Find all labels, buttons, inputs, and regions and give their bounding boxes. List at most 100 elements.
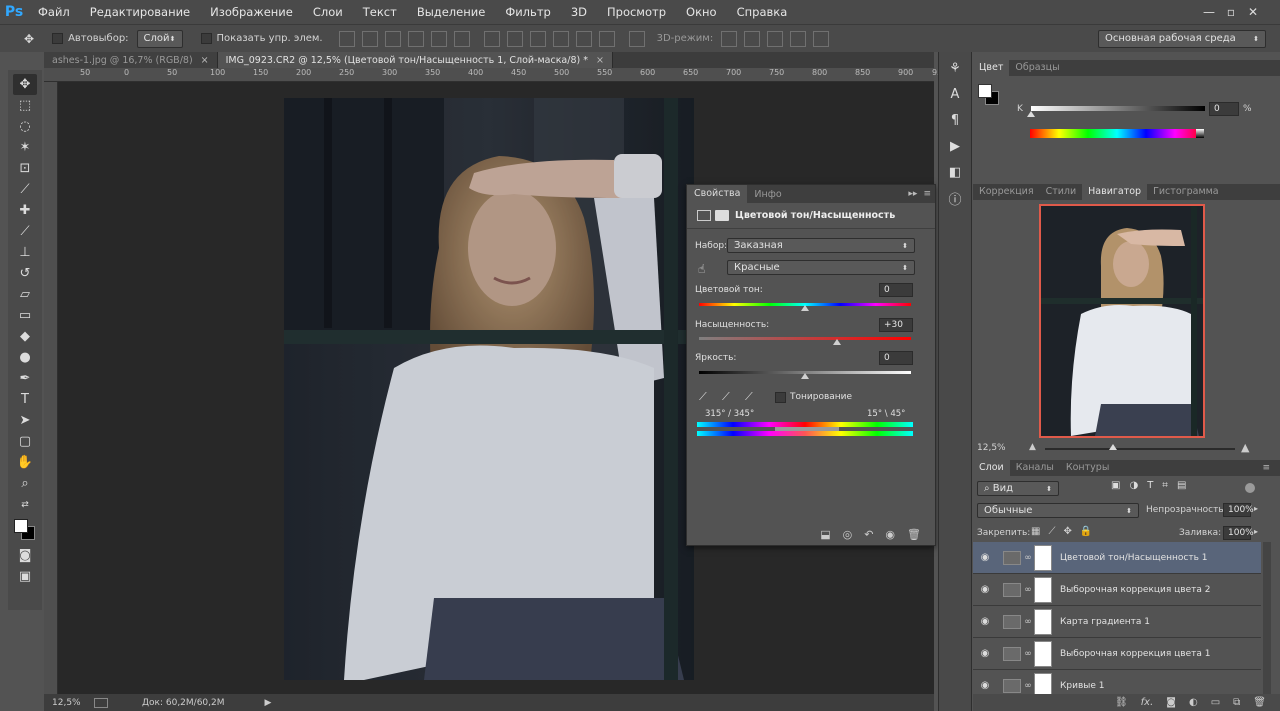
navigator-zoom-slider[interactable] <box>1045 448 1235 450</box>
align-hcenter-icon[interactable] <box>430 30 447 47</box>
saturation-slider-thumb[interactable] <box>832 339 841 345</box>
close-icon[interactable]: × <box>201 55 209 66</box>
layer-mask-thumbnail[interactable] <box>1034 640 1052 667</box>
eyedropper-tool-icon[interactable]: ⟋ <box>13 179 37 200</box>
layer-name[interactable]: Выборочная коррекция цвета 2 <box>1060 585 1210 595</box>
menu-type[interactable]: Текст <box>353 5 407 19</box>
chain-icon[interactable]: ∞ <box>1024 681 1032 691</box>
marquee-tool-icon[interactable]: ⬚ <box>13 95 37 116</box>
eye-icon[interactable]: ◉ <box>973 616 997 627</box>
tab-adjustments[interactable]: Коррекция <box>973 184 1040 200</box>
status-menu-arrow[interactable]: ▶ <box>265 698 272 708</box>
chain-icon[interactable]: ∞ <box>1024 585 1032 595</box>
align-vcenter-icon[interactable] <box>361 30 378 47</box>
tab-layers[interactable]: Слои <box>973 460 1010 476</box>
view-previous-icon[interactable]: ◎ <box>843 528 853 541</box>
shape-tool-icon[interactable]: ▢ <box>13 431 37 452</box>
close-icon[interactable]: × <box>596 55 604 66</box>
autoselect-dropdown[interactable]: Слой ⬍ <box>136 29 183 48</box>
filter-shape-icon[interactable]: ⌗ <box>1162 480 1168 491</box>
magic-wand-icon[interactable]: ✶ <box>13 137 37 158</box>
distribute-top-icon[interactable] <box>483 30 500 47</box>
filter-smart-icon[interactable]: ▤ <box>1177 480 1186 491</box>
navigator-thumbnail[interactable] <box>1039 204 1205 438</box>
pen-tool-icon[interactable]: ✒ <box>13 368 37 389</box>
layers-menu-icon[interactable]: ≡ <box>1262 463 1270 473</box>
workspace-dropdown[interactable]: Основная рабочая среда ⬍ <box>1098 29 1266 48</box>
history-brush-icon[interactable]: ↺ <box>13 263 37 284</box>
gradient-map-icon[interactable] <box>1003 614 1021 629</box>
curves-icon[interactable] <box>1003 678 1021 693</box>
visibility-icon[interactable]: ◉ <box>885 528 895 541</box>
selective-color-icon[interactable] <box>1003 582 1021 597</box>
maximize-button[interactable]: ▫ <box>1220 4 1242 20</box>
path-select-icon[interactable]: ➤ <box>13 410 37 431</box>
tab-img0923[interactable]: IMG_0923.CR2 @ 12,5% (Цветовой тон/Насыщ… <box>217 52 613 68</box>
move-tool-icon[interactable]: ✥ <box>13 74 37 95</box>
character-icon[interactable]: A <box>944 84 966 104</box>
chain-icon[interactable]: ∞ <box>1024 553 1032 563</box>
menu-3d[interactable]: 3D <box>561 5 597 19</box>
crop-tool-icon[interactable]: ⊡ <box>13 158 37 179</box>
menu-window[interactable]: Окно <box>676 5 727 19</box>
link-icon[interactable]: ⛓ <box>1115 697 1128 708</box>
lock-pixels-icon[interactable]: ⟋ <box>1048 526 1055 537</box>
align-right-icon[interactable] <box>453 30 470 47</box>
gradient-tool-icon[interactable]: ▭ <box>13 305 37 326</box>
minimize-button[interactable]: — <box>1198 4 1220 20</box>
spectrum-white-black[interactable] <box>1196 129 1204 138</box>
brush-tool-icon[interactable]: ⟋ <box>13 221 37 242</box>
eye-icon[interactable]: ◉ <box>973 648 997 659</box>
menu-layers[interactable]: Слои <box>303 5 353 19</box>
preset-dropdown[interactable]: Заказная ⬍ <box>727 238 915 253</box>
menu-edit[interactable]: Редактирование <box>80 5 200 19</box>
distribute-right-icon[interactable] <box>598 30 615 47</box>
layer-row[interactable]: ◉ ∞ Цветовой тон/Насыщенность 1 <box>973 542 1261 574</box>
layer-mask-thumbnail[interactable] <box>1034 608 1052 635</box>
eye-icon[interactable]: ◉ <box>973 552 997 563</box>
opacity-input[interactable]: 100% <box>1223 503 1254 517</box>
hue-slider-thumb[interactable] <box>801 305 809 311</box>
fill-input[interactable]: 100% <box>1223 526 1254 540</box>
filter-adjustment-icon[interactable]: ◑ <box>1129 480 1138 491</box>
3d-scale-icon[interactable] <box>813 30 830 47</box>
layer-name[interactable]: Карта градиента 1 <box>1060 617 1150 627</box>
layer-name[interactable]: Цветовой тон/Насыщенность 1 <box>1060 553 1207 563</box>
eyedropper-plus-icon[interactable]: ⟋ <box>722 390 730 404</box>
lasso-tool-icon[interactable]: ◌ <box>13 116 37 137</box>
quick-mask-icon[interactable]: ◙ <box>13 545 37 566</box>
distribute-vcenter-icon[interactable] <box>506 30 523 47</box>
tab-histogram[interactable]: Гистограмма <box>1147 184 1225 200</box>
eraser-tool-icon[interactable]: ▱ <box>13 284 37 305</box>
navigator-zoom-value[interactable]: 12,5% <box>977 443 1006 453</box>
actions-icon[interactable]: ▶ <box>944 136 966 156</box>
menu-help[interactable]: Справка <box>727 5 798 19</box>
ruler-vertical[interactable] <box>44 82 58 694</box>
mask-icon[interactable]: ◙ <box>1166 697 1176 708</box>
tab-styles[interactable]: Стили <box>1040 184 1083 200</box>
tab-ashes[interactable]: ashes-1.jpg @ 16,7% (RGB/8) × <box>44 52 218 68</box>
lock-position-icon[interactable]: ✥ <box>1063 526 1071 537</box>
document-image[interactable] <box>284 98 694 680</box>
layer-filter-dropdown[interactable]: ⌕ Вид ⬍ <box>977 481 1059 496</box>
zoom-tool-icon[interactable]: ⌕ <box>13 473 37 494</box>
hue-sat-icon[interactable] <box>1003 550 1021 565</box>
paragraph-icon[interactable]: ¶ <box>944 110 966 130</box>
color-swatches[interactable] <box>12 517 38 541</box>
filter-pixel-icon[interactable]: ▣ <box>1111 480 1120 491</box>
adjustment-icon[interactable] <box>697 210 711 221</box>
chain-icon[interactable]: ∞ <box>1024 617 1032 627</box>
chain-icon[interactable]: ∞ <box>1024 649 1032 659</box>
blur-tool-icon[interactable]: ◆ <box>13 326 37 347</box>
panel-menu-icon[interactable]: ≡ <box>923 189 931 199</box>
channel-dropdown[interactable]: Красные ⬍ <box>727 260 915 275</box>
k-value-input[interactable]: 0 <box>1209 102 1239 116</box>
distribute-bottom-icon[interactable] <box>529 30 546 47</box>
menu-filter[interactable]: Фильтр <box>495 5 561 19</box>
layer-mask-thumbnail[interactable] <box>1034 576 1052 603</box>
saturation-slider-track[interactable] <box>699 337 911 340</box>
mask-icon[interactable] <box>715 210 729 221</box>
tab-channels[interactable]: Каналы <box>1010 460 1060 476</box>
history-icon[interactable]: ⚘ <box>944 58 966 78</box>
layer-name[interactable]: Кривые 1 <box>1060 681 1105 691</box>
